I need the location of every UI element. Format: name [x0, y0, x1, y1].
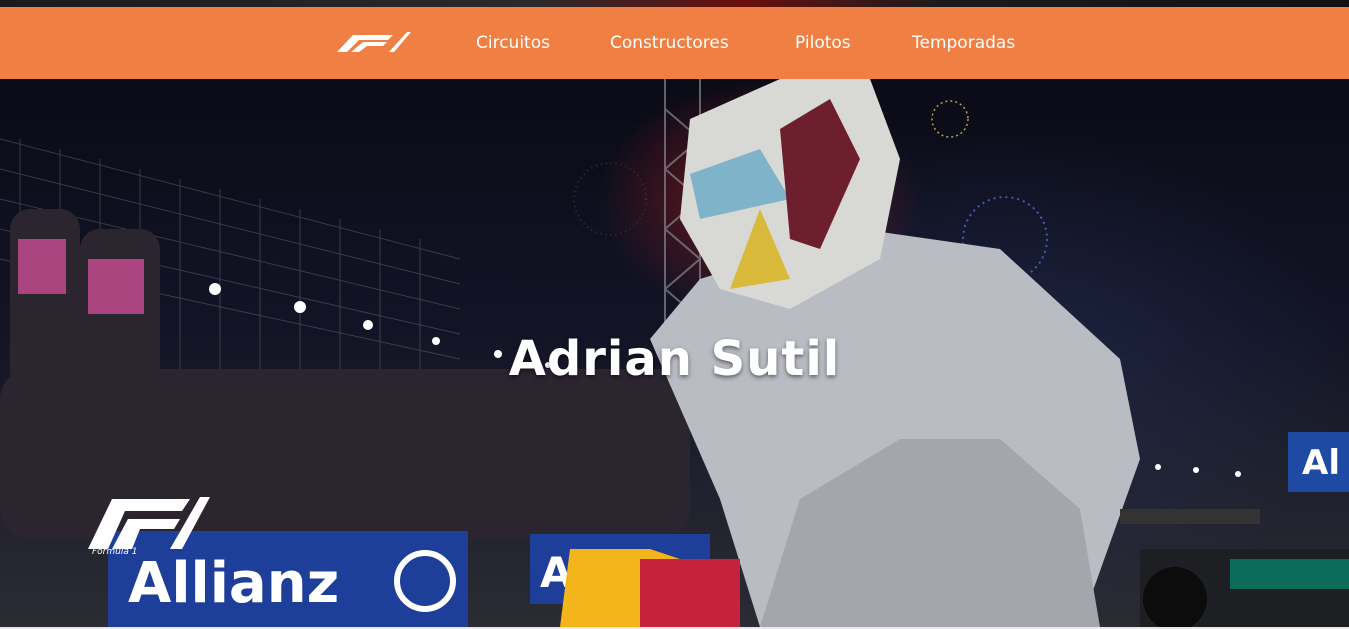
- svg-text:Formula 1: Formula 1: [92, 547, 137, 557]
- main-navbar: Circuitos Constructores Pilotos Temporad…: [0, 7, 1349, 79]
- nav-link-constructores[interactable]: Constructores: [610, 32, 729, 54]
- hero-title: Adrian Sutil: [508, 331, 841, 388]
- top-strip: [0, 0, 1349, 7]
- nav-link-pilotos[interactable]: Pilotos: [795, 32, 851, 54]
- svg-text:Al: Al: [1302, 443, 1340, 483]
- hero-banner: Allianz Al Al Formula 1 Adrian Sutil: [0, 79, 1349, 627]
- f1-logo-icon[interactable]: [337, 32, 411, 52]
- nav-link-temporadas[interactable]: Temporadas: [912, 32, 1015, 54]
- allianz-banner-text: Allianz: [128, 551, 339, 616]
- nav-link-circuitos[interactable]: Circuitos: [476, 32, 550, 54]
